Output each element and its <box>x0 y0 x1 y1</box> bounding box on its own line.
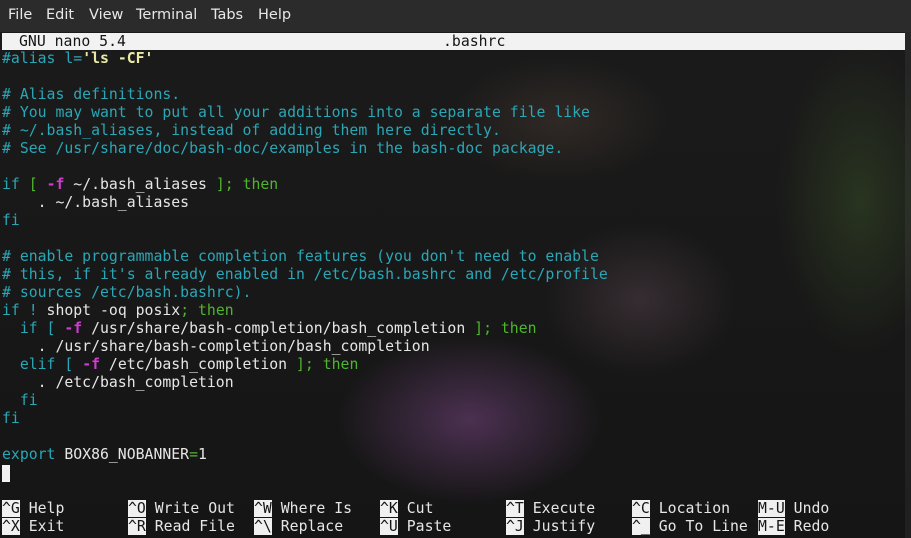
shortcut-key: ^R <box>128 518 146 535</box>
shortcut-key: ^T <box>506 500 524 517</box>
shortcut-key: ^U <box>380 518 398 535</box>
shortcut-write-out[interactable]: ^O Write Out <box>128 500 235 518</box>
shortcut-label: Replace <box>280 518 344 535</box>
code-line: . /usr/share/bash-completion/bash_comple… <box>2 338 430 355</box>
shortcut-label: Execute <box>532 500 596 517</box>
shortcut-paste[interactable]: ^U Paste <box>380 518 451 536</box>
terminal-window: File Edit View Terminal Tabs Help GNU na… <box>0 0 911 538</box>
shortcut-key: ^K <box>380 500 398 517</box>
shortcut-key: ^C <box>632 500 650 517</box>
shortcut-label: Help <box>28 500 65 517</box>
shortcut-key: M-E <box>758 518 785 535</box>
shortcut-redo[interactable]: M-E Redo <box>758 518 829 536</box>
text-cursor <box>2 465 10 482</box>
code-line: if [ -f /usr/share/bash-completion/bash_… <box>2 320 537 337</box>
shortcut-location[interactable]: ^C Location <box>632 500 730 518</box>
shortcut-key: ^X <box>2 518 20 535</box>
code-line: # You may want to put all your additions… <box>2 104 590 121</box>
shortcut-key: ^_ <box>632 518 650 535</box>
shortcut-key: ^O <box>128 500 146 517</box>
menu-terminal[interactable]: Terminal <box>136 7 197 23</box>
shortcut-cut[interactable]: ^K Cut <box>380 500 433 518</box>
code-line: # sources /etc/bash.bashrc). <box>2 284 252 301</box>
shortcut-label: Undo <box>793 500 830 517</box>
menu-bar: File Edit View Terminal Tabs Help <box>0 0 911 32</box>
code-line: # Alias definitions. <box>2 86 181 103</box>
shortcut-label: Where Is <box>280 500 353 517</box>
menu-view[interactable]: View <box>89 7 123 23</box>
shortcut-label: Read File <box>154 518 235 535</box>
shortcut-label: Go To Line <box>658 518 748 535</box>
code-line: . /etc/bash_completion <box>2 374 234 391</box>
code-line: # See /usr/share/doc/bash-doc/examples i… <box>2 140 564 157</box>
nano-title-bar: GNU nano 5.4 .bashrc <box>2 33 905 50</box>
shortcut-key: M-U <box>758 500 785 517</box>
shortcut-key: ^W <box>254 500 272 517</box>
nano-editor[interactable]: GNU nano 5.4 .bashrc #alias l='ls -CF' #… <box>0 32 911 538</box>
shortcut-help[interactable]: ^G Help <box>2 500 64 518</box>
menu-tabs[interactable]: Tabs <box>211 7 243 23</box>
nano-version: GNU nano 5.4 <box>19 33 126 50</box>
shortcut-key: ^G <box>2 500 20 517</box>
code-line: fi <box>2 392 38 409</box>
shortcut-label: Cut <box>406 500 434 517</box>
shortcut-label: Exit <box>28 518 65 535</box>
shortcut-label: Location <box>658 500 731 517</box>
code-line: #alias l='ls -CF' <box>2 50 154 67</box>
shortcut-execute[interactable]: ^T Execute <box>506 500 595 518</box>
code-line: # enable programmable completion feature… <box>2 248 599 265</box>
shortcut-where-is[interactable]: ^W Where Is <box>254 500 352 518</box>
shortcut-key: ^J <box>506 518 524 535</box>
menu-file[interactable]: File <box>8 7 32 23</box>
file-name: .bashrc <box>443 33 506 50</box>
shortcut-replace[interactable]: ^\ Replace <box>254 518 343 536</box>
shortcut-undo[interactable]: M-U Undo <box>758 500 829 518</box>
shortcut-label: Write Out <box>154 500 235 517</box>
code-line: if [ -f ~/.bash_aliases ]; then <box>2 176 279 193</box>
shortcut-read-file[interactable]: ^R Read File <box>128 518 235 536</box>
code-line: . ~/.bash_aliases <box>2 194 190 211</box>
shortcut-label: Paste <box>406 518 452 535</box>
code-line: elif [ -f /etc/bash_completion ]; then <box>2 356 359 373</box>
shortcut-key: ^\ <box>254 518 272 535</box>
shortcut-label: Redo <box>793 518 830 535</box>
shortcut-justify[interactable]: ^J Justify <box>506 518 595 536</box>
code-line: fi <box>2 212 20 229</box>
code-line: # this, if it's already enabled in /etc/… <box>2 266 608 283</box>
code-line: fi <box>2 410 20 427</box>
menu-edit[interactable]: Edit <box>46 7 74 23</box>
shortcut-exit[interactable]: ^X Exit <box>2 518 64 536</box>
code-line: export BOX86_NOBANNER=1 <box>2 446 207 463</box>
code-line: if ! shopt -oq posix; then <box>2 302 234 319</box>
menu-help[interactable]: Help <box>258 7 291 23</box>
shortcut-go-to-line[interactable]: ^_ Go To Line <box>632 518 748 536</box>
code-line: # ~/.bash_aliases, instead of adding the… <box>2 122 501 139</box>
scrollbar[interactable] <box>905 32 911 538</box>
shortcut-label: Justify <box>532 518 596 535</box>
